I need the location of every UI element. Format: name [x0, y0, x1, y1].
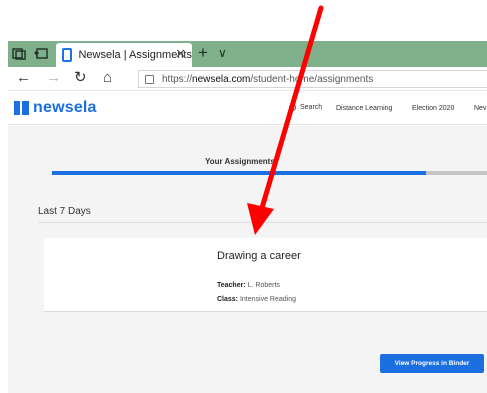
class-row: Class: Intensive Reading	[217, 296, 296, 303]
top-margin	[0, 0, 487, 41]
assignment-title[interactable]: Drawing a career	[217, 250, 301, 262]
nav-link-news[interactable]: Nev	[474, 105, 486, 112]
section-title: Last 7 Days	[38, 206, 91, 217]
class-value: Intensive Reading	[239, 296, 297, 303]
newsela-favicon	[62, 48, 73, 62]
class-label: Class:	[217, 296, 239, 303]
new-tab-button[interactable]: +	[198, 44, 208, 62]
search-label: Search	[300, 104, 323, 111]
main-content: Your Assignments Last 7 Days Drawing a c…	[8, 126, 487, 393]
tab-close-icon[interactable]: ✕	[175, 47, 186, 61]
tab-actions-icon[interactable]	[34, 47, 48, 61]
browser-tab-bar: Newsela | Assignments ✕ + ∨	[8, 41, 487, 67]
teacher-row: Teacher: L. Roberts	[217, 282, 280, 289]
teacher-value: L. Roberts	[247, 282, 280, 289]
assignments-progress-fill	[52, 171, 427, 175]
window-icon[interactable]	[12, 47, 26, 61]
lock-icon	[145, 74, 154, 84]
nav-link-election-2020[interactable]: Election 2020	[412, 105, 454, 112]
assignment-card[interactable]: Drawing a career Teacher: L. Roberts Cla…	[44, 238, 487, 312]
teacher-label: Teacher:	[217, 282, 246, 289]
home-button[interactable]: ⌂	[103, 70, 112, 86]
search-icon	[289, 104, 296, 111]
section-divider	[38, 222, 487, 223]
logo-text[interactable]: newsela	[33, 99, 97, 117]
back-button[interactable]: ←	[16, 70, 31, 86]
active-tab[interactable]: Newsela | Assignments ✕	[56, 43, 192, 67]
search-link[interactable]: Search	[289, 104, 322, 111]
assignments-progress-track	[52, 171, 487, 175]
newsela-logo-icon[interactable]	[14, 101, 29, 115]
tab-list-chevron-icon[interactable]: ∨	[218, 46, 227, 60]
nav-link-distance-learning[interactable]: Distance Learning	[336, 105, 392, 112]
url-text: https://newsela.com/student-home/assignm…	[162, 73, 374, 85]
forward-button[interactable]: →	[46, 70, 61, 86]
refresh-button[interactable]: ↻	[74, 70, 87, 86]
browser-address-bar: ← → ↻ ⌂ https://newsela.com/student-home…	[8, 67, 487, 91]
view-progress-binder-button[interactable]: View Progress in Binder	[380, 354, 484, 373]
site-header: newsela Search Distance Learning Electio…	[8, 91, 487, 125]
url-field[interactable]: https://newsela.com/student-home/assignm…	[138, 70, 487, 88]
tab-your-assignments[interactable]: Your Assignments	[205, 157, 275, 166]
